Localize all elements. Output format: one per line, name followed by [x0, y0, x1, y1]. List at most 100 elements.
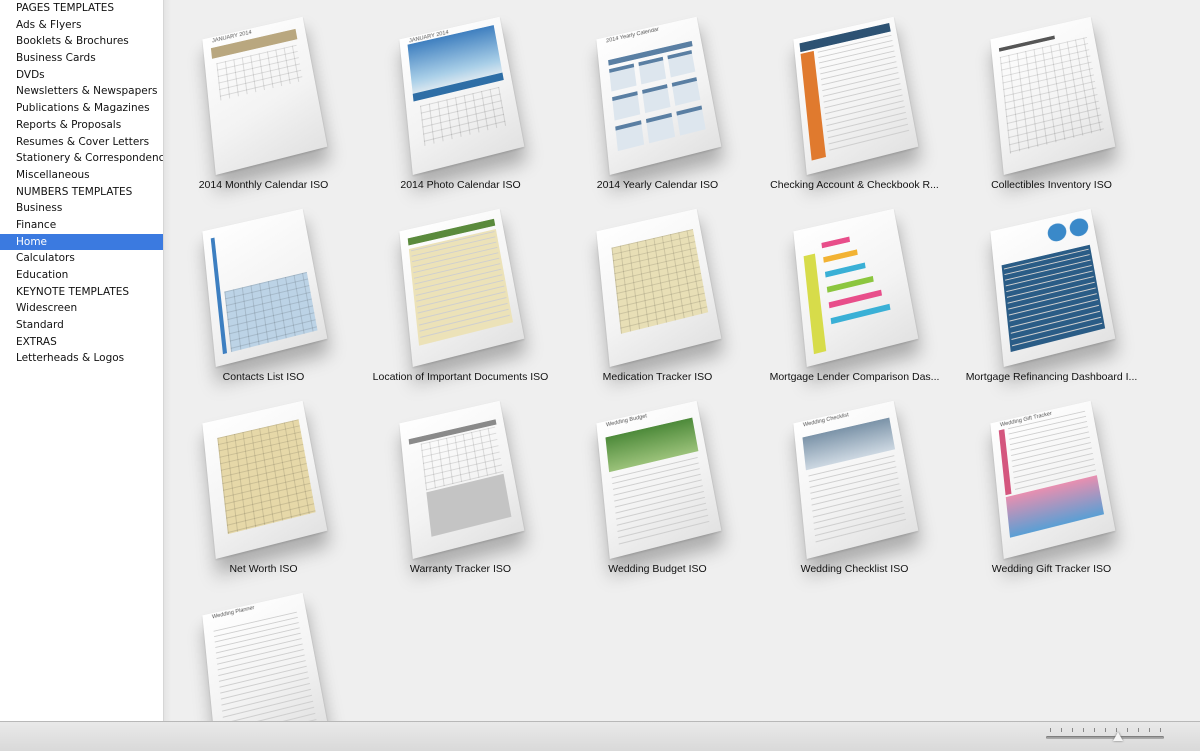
template-page-preview: [399, 400, 525, 559]
template-item[interactable]: Wedding Budget Wedding Budget ISO: [559, 384, 756, 576]
zoom-tick: [1050, 728, 1051, 732]
template-item[interactable]: Wedding Checklist Wedding Checklist ISO: [756, 384, 953, 576]
sidebar-item-business-cards[interactable]: Business Cards: [0, 50, 163, 67]
template-thumbnail[interactable]: [793, 16, 919, 175]
template-item[interactable]: 2014 Yearly Calendar 2014 Yearly Calendar…: [559, 0, 756, 192]
template-label: Checking Account & Checkbook R...: [770, 179, 939, 191]
sidebar-item-extras[interactable]: EXTRAS: [0, 334, 163, 351]
month-block: [667, 50, 696, 78]
sidebar-item-widescreen[interactable]: Widescreen: [0, 300, 163, 317]
sidebar-item-home[interactable]: Home: [0, 233, 163, 251]
zoom-tick: [1072, 728, 1073, 732]
zoom-tick: [1083, 728, 1084, 732]
page-lines: [808, 455, 907, 548]
page-table: [217, 419, 316, 535]
sidebar-item-letterheads-logos[interactable]: Letterheads & Logos: [0, 350, 163, 367]
template-thumbnail[interactable]: [990, 16, 1116, 175]
page-table: [611, 229, 709, 334]
sidebar-item-business[interactable]: Business: [0, 200, 163, 217]
sidebar-item-reports-proposals[interactable]: Reports & Proposals: [0, 117, 163, 134]
donut-chart: [1046, 221, 1068, 244]
sidebar-item-booklets-brochures[interactable]: Booklets & Brochures: [0, 33, 163, 50]
page-title: Wedding Planner: [211, 605, 255, 621]
template-thumbnail[interactable]: 2014 Yearly Calendar: [596, 16, 722, 175]
template-label: Mortgage Lender Comparison Das...: [769, 371, 940, 383]
sidebar-item-numbers-templates[interactable]: NUMBERS TEMPLATES: [0, 184, 163, 201]
chart-bar: [828, 289, 883, 309]
page-side-band: [803, 253, 827, 355]
sidebar-item-resumes-cover-letters[interactable]: Resumes & Cover Letters: [0, 134, 163, 151]
template-page-preview: [990, 16, 1116, 175]
template-page-preview: Wedding Budget: [596, 400, 722, 559]
template-label: Contacts List ISO: [222, 371, 305, 383]
sidebar-item-keynote-templates[interactable]: KEYNOTE TEMPLATES: [0, 284, 163, 301]
sidebar-item-ads-flyers[interactable]: Ads & Flyers: [0, 17, 163, 34]
sidebar-item-finance[interactable]: Finance: [0, 217, 163, 234]
sidebar-item-newsletters-newspapers[interactable]: Newsletters & Newspapers: [0, 83, 163, 100]
sidebar-item-pages-templates[interactable]: PAGES TEMPLATES: [0, 0, 163, 17]
template-label: Location of Important Documents ISO: [372, 371, 549, 383]
template-thumbnail[interactable]: [399, 400, 525, 559]
template-thumbnail[interactable]: [202, 208, 328, 367]
template-item[interactable]: Checking Account & Checkbook R...: [756, 0, 953, 192]
template-thumbnail[interactable]: JANUARY 2014: [399, 16, 525, 175]
sidebar-item-publications-magazines[interactable]: Publications & Magazines: [0, 100, 163, 117]
template-page-preview: 2014 Yearly Calendar: [596, 16, 722, 175]
template-item[interactable]: Mortgage Lender Comparison Das...: [756, 192, 953, 384]
template-item[interactable]: JANUARY 2014 2014 Photo Calendar ISO: [362, 0, 559, 192]
template-label: Warranty Tracker ISO: [409, 563, 512, 575]
page-lines: [817, 34, 911, 156]
page-title: 2014 Yearly Calendar: [605, 27, 660, 45]
template-thumbnail[interactable]: [202, 400, 328, 559]
sidebar-item-stationery-correspondence[interactable]: Stationery & Correspondence: [0, 150, 163, 167]
template-item[interactable]: Wedding Gift Tracker Wedding Gift Tracker…: [953, 384, 1150, 576]
template-page-preview: [596, 208, 722, 367]
template-thumbnail[interactable]: Wedding Checklist: [793, 400, 919, 559]
template-thumbnail[interactable]: [399, 208, 525, 367]
template-item[interactable]: JANUARY 2014 2014 Monthly Calendar ISO: [165, 0, 362, 192]
template-page-preview: [990, 208, 1116, 367]
sidebar-item-standard[interactable]: Standard: [0, 317, 163, 334]
template-thumbnail[interactable]: JANUARY 2014: [202, 16, 328, 175]
template-label: 2014 Photo Calendar ISO: [400, 179, 521, 191]
template-item[interactable]: Warranty Tracker ISO: [362, 384, 559, 576]
template-item[interactable]: Location of Important Documents ISO: [362, 192, 559, 384]
template-thumbnail[interactable]: [990, 208, 1116, 367]
month-block: [645, 112, 676, 144]
month-block: [615, 120, 645, 152]
template-label: Medication Tracker ISO: [602, 371, 713, 383]
sidebar-item-calculators[interactable]: Calculators: [0, 250, 163, 267]
page-title: Wedding Checklist: [802, 412, 850, 429]
template-item[interactable]: Collectibles Inventory ISO: [953, 0, 1150, 192]
chart-bar: [823, 249, 858, 263]
zoom-tick: [1061, 728, 1062, 732]
template-page-preview: [202, 208, 328, 367]
template-thumbnail[interactable]: [596, 208, 722, 367]
template-page-preview: [202, 400, 328, 559]
zoom-tick: [1116, 728, 1117, 732]
sidebar-item-miscellaneous[interactable]: Miscellaneous: [0, 167, 163, 184]
zoom-slider[interactable]: [1046, 727, 1164, 745]
zoom-slider-track[interactable]: [1046, 736, 1164, 739]
template-item[interactable]: Wedding Planner: [165, 576, 362, 721]
template-thumbnail[interactable]: Wedding Planner: [202, 592, 328, 721]
template-item[interactable]: Medication Tracker ISO: [559, 192, 756, 384]
chart-bar: [830, 303, 891, 325]
sidebar-item-education[interactable]: Education: [0, 267, 163, 284]
template-thumbnail[interactable]: Wedding Gift Tracker: [990, 400, 1116, 559]
template-thumbnail[interactable]: [793, 208, 919, 367]
chart-bar: [824, 262, 866, 278]
template-thumbnail[interactable]: Wedding Budget: [596, 400, 722, 559]
zoom-slider-knob[interactable]: [1113, 732, 1124, 741]
template-label: Wedding Budget ISO: [608, 563, 707, 575]
template-item[interactable]: Contacts List ISO: [165, 192, 362, 384]
template-page-preview: [399, 208, 525, 367]
chart-bar: [821, 236, 851, 249]
zoom-tick: [1138, 728, 1139, 732]
zoom-tick: [1149, 728, 1150, 732]
template-item[interactable]: Mortgage Refinancing Dashboard I...: [953, 192, 1150, 384]
template-label: 2014 Monthly Calendar ISO: [198, 179, 329, 191]
template-item[interactable]: Net Worth ISO: [165, 384, 362, 576]
sidebar-item-dvds[interactable]: DVDs: [0, 67, 163, 84]
template-label: Mortgage Refinancing Dashboard I...: [965, 371, 1138, 383]
